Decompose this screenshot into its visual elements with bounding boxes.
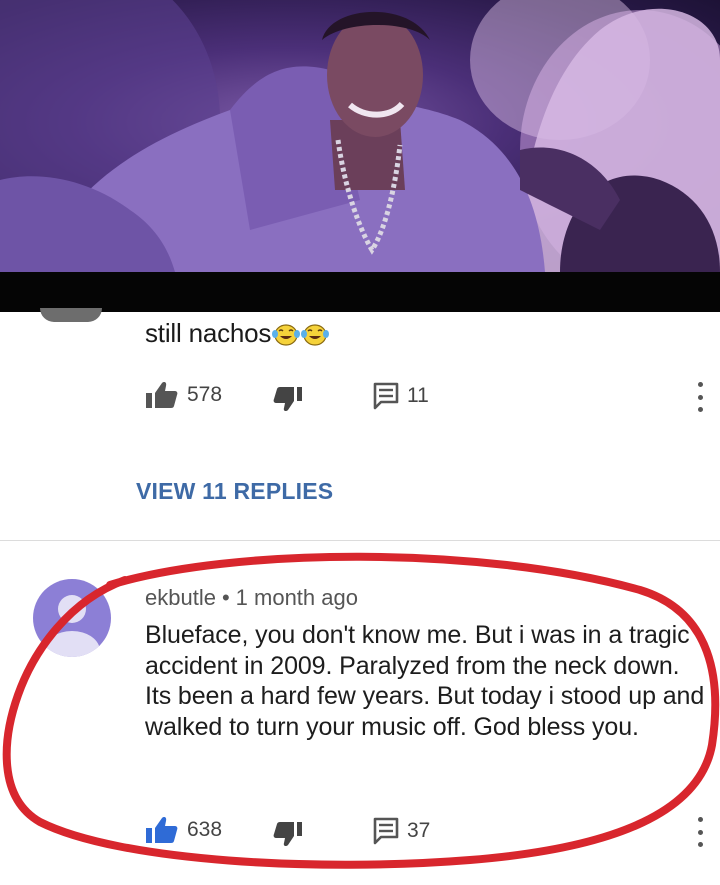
thumbs-down-icon: [273, 387, 302, 412]
default-user-icon: [44, 595, 100, 657]
tears-of-joy-emoji-icon: [272, 324, 301, 346]
comment-body: still nachos: [145, 318, 272, 348]
comment-icon: [373, 382, 399, 410]
thumbs-up-icon: [146, 382, 178, 408]
dislike-button[interactable]: [273, 821, 303, 847]
video-letterbox-bar: [0, 272, 720, 312]
comment-actions: 578 11: [145, 380, 705, 414]
comment-icon: [373, 817, 399, 845]
thumbs-up-icon: [146, 817, 178, 843]
more-vertical-icon[interactable]: [695, 382, 705, 412]
reply-button[interactable]: 37: [373, 817, 430, 845]
like-button[interactable]: 578: [145, 380, 222, 410]
video-frame-image: [0, 0, 720, 272]
avatar[interactable]: [40, 308, 102, 322]
like-count: 638: [187, 818, 223, 841]
like-button[interactable]: 638: [145, 815, 222, 845]
view-replies-link[interactable]: VIEW 11 REPLIES: [136, 478, 333, 505]
tears-of-joy-emoji-icon: [301, 324, 330, 346]
comment-text: still nachos: [145, 318, 330, 349]
like-count: 578: [187, 383, 223, 406]
meta-separator: •: [221, 585, 230, 610]
more-vertical-icon[interactable]: [695, 817, 705, 847]
comment-body: Blueface, you don't know me. But i was i…: [145, 621, 705, 741]
video-thumbnail[interactable]: [0, 0, 720, 272]
divider: [0, 540, 720, 541]
dislike-button[interactable]: [273, 386, 303, 412]
comment-actions: 638 37: [145, 815, 705, 849]
timestamp: 1 month ago: [235, 585, 358, 610]
avatar[interactable]: [33, 579, 111, 657]
reply-count: 37: [407, 819, 431, 842]
author-name[interactable]: ekbutle: [145, 585, 216, 610]
reply-count: 11: [407, 384, 429, 407]
comment-meta: ekbutle • 1 month ago: [145, 585, 358, 611]
thumbs-down-icon: [273, 822, 302, 847]
reply-button[interactable]: 11: [373, 382, 429, 410]
